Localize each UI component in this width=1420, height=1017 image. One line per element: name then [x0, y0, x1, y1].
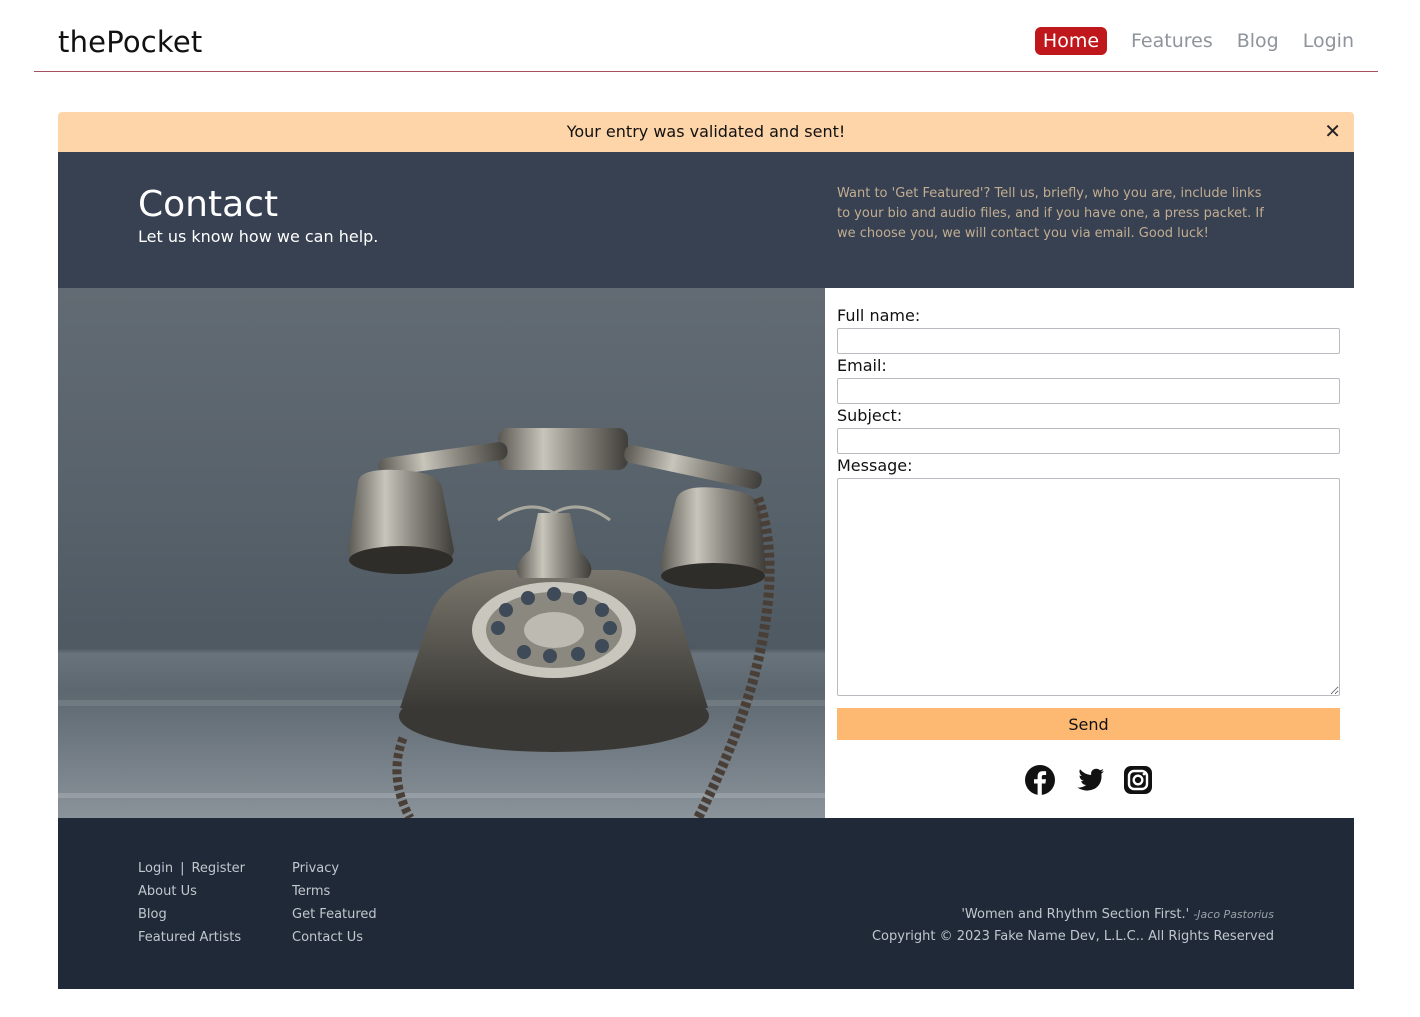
footer-column-1: Login | Register About Us Blog Featured Ar…	[138, 860, 245, 952]
nav-features[interactable]: Features	[1131, 27, 1213, 55]
subject-label: Subject:	[837, 406, 903, 425]
page-title: Contact	[138, 184, 279, 225]
nav-login[interactable]: Login	[1303, 27, 1354, 55]
nav-blog[interactable]: Blog	[1237, 27, 1279, 55]
email-field[interactable]	[837, 378, 1340, 404]
footer-privacy-link[interactable]: Privacy	[292, 861, 339, 876]
footer-terms-link[interactable]: Terms	[292, 884, 330, 899]
contact-banner: Contact Let us know how we can help. Wan…	[58, 152, 1354, 288]
footer-contact-link[interactable]: Contact Us	[292, 930, 363, 945]
close-icon[interactable]: ✕	[1324, 120, 1341, 142]
nav-home[interactable]: Home	[1034, 27, 1108, 55]
quote-author: -Jaco Pastorius	[1193, 908, 1274, 921]
success-alert: Your entry was validated and sent! ✕	[58, 112, 1354, 152]
social-links	[1024, 764, 1171, 796]
send-button[interactable]: Send	[837, 708, 1340, 740]
quote-text: 'Women and Rhythm Section First.'	[961, 907, 1190, 922]
site-header: thePocket Home Features Blog Login	[34, 0, 1378, 72]
name-field[interactable]	[837, 328, 1340, 354]
brand-logo[interactable]: thePocket	[58, 25, 203, 59]
site-footer: Login | Register About Us Blog Featured Ar…	[58, 818, 1354, 989]
footer-register-link[interactable]: Register	[191, 861, 245, 876]
contact-form: Full name: Email: Subject: Message: Send	[825, 288, 1352, 818]
footer-column-2: Privacy Terms Get Featured Contact Us	[292, 860, 377, 952]
page-subtitle: Let us know how we can help.	[138, 227, 379, 246]
facebook-icon[interactable]	[1024, 764, 1056, 796]
subject-field[interactable]	[837, 428, 1340, 454]
footer-blog-link[interactable]: Blog	[138, 907, 167, 922]
name-label: Full name:	[837, 306, 921, 325]
twitter-icon[interactable]	[1073, 764, 1105, 796]
telephone-photo	[58, 288, 825, 818]
copyright: Copyright © 2023 Fake Name Dev, L.L.C.. …	[871, 929, 1274, 944]
telephone-illustration	[58, 428, 825, 818]
main-nav: Home Features Blog Login	[1034, 27, 1354, 55]
footer-separator: |	[180, 861, 185, 876]
footer-featured-link[interactable]: Get Featured	[292, 907, 377, 922]
footer-quote: 'Women and Rhythm Section First.' -Jaco …	[961, 907, 1274, 922]
instagram-icon[interactable]	[1122, 764, 1154, 796]
footer-about-link[interactable]: About Us	[138, 884, 197, 899]
email-label: Email:	[837, 356, 887, 375]
message-label: Message:	[837, 456, 913, 475]
alert-message: Your entry was validated and sent!	[566, 122, 846, 141]
footer-artists-link[interactable]: Featured Artists	[138, 930, 241, 945]
message-field[interactable]	[837, 478, 1340, 696]
footer-login-link[interactable]: Login	[138, 861, 173, 876]
featured-note: Want to 'Get Featured'? Tell us, briefly…	[837, 186, 1264, 241]
